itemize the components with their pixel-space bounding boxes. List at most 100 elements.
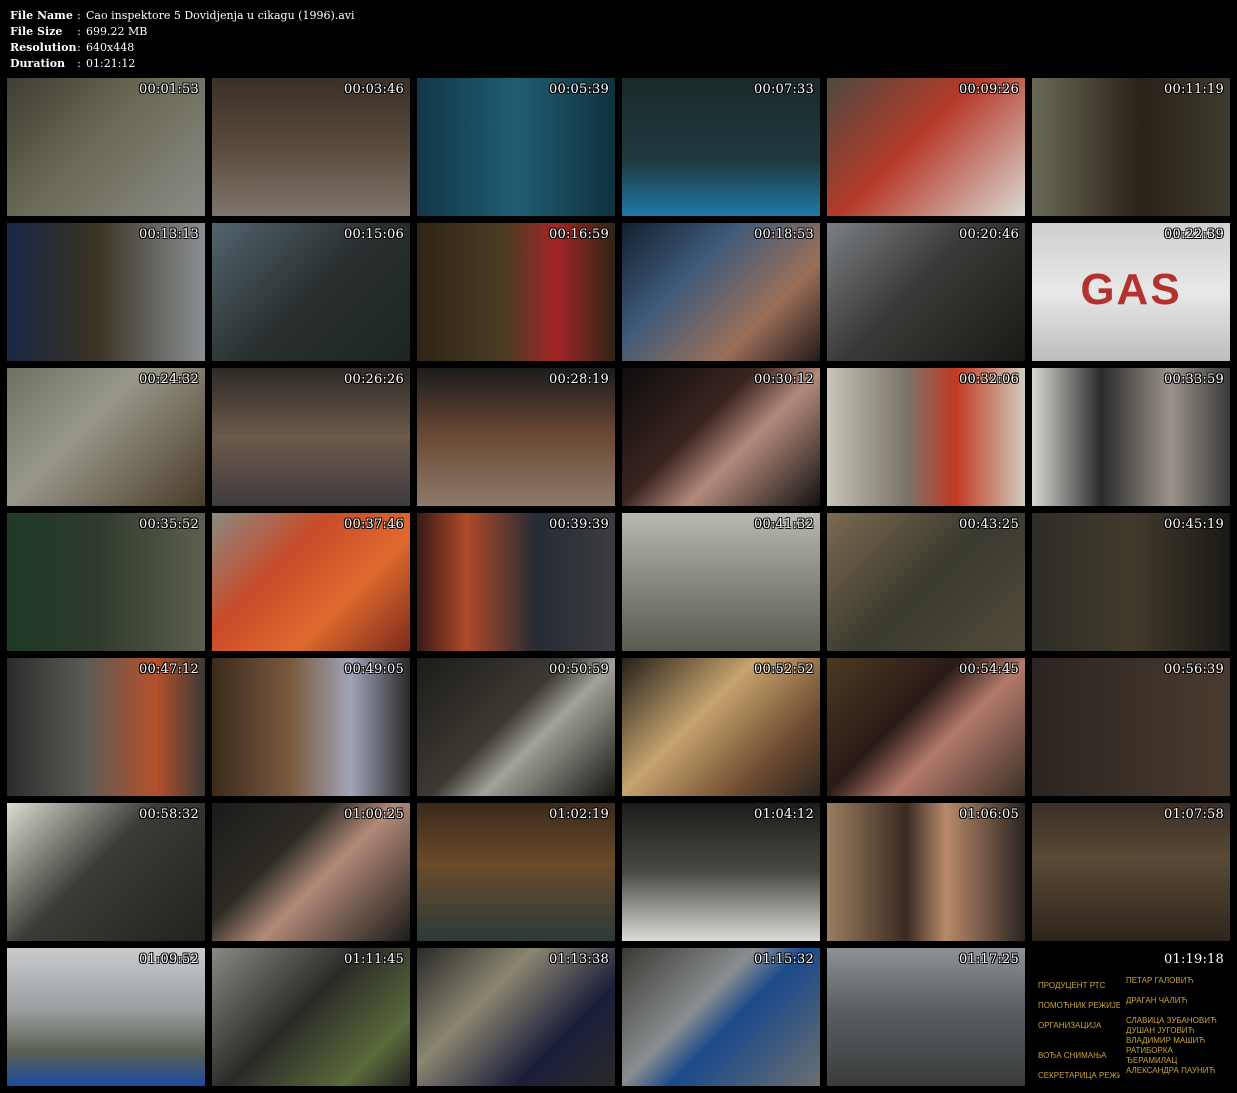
timestamp-label: 00:43:25 (959, 517, 1019, 532)
video-thumbnail: 00:05:39 (417, 78, 615, 216)
video-thumbnail: 01:13:38 (417, 948, 615, 1086)
timestamp-label: 00:30:12 (754, 372, 814, 387)
timestamp-label: 01:09:52 (139, 952, 199, 967)
video-thumbnail: 00:41:32 (622, 513, 820, 651)
timestamp-label: 00:15:06 (344, 227, 404, 242)
duration-label: Duration (10, 57, 66, 70)
video-thumbnail: 00:07:33 (622, 78, 820, 216)
timestamp-label: 01:13:38 (549, 952, 609, 967)
video-thumbnail: 01:00:25 (212, 803, 410, 941)
duration-value: 01:21:12 (86, 57, 136, 70)
video-thumbnail: 00:32:06 (827, 368, 1025, 506)
video-thumbnail: 00:09:26 (827, 78, 1025, 216)
video-thumbnail: 00:52:52 (622, 658, 820, 796)
timestamp-label: 00:37:46 (344, 517, 404, 532)
video-thumbnail: 01:06:05 (827, 803, 1025, 941)
video-thumbnail: 00:33:59 (1032, 368, 1230, 506)
timestamp-label: 00:20:46 (959, 227, 1019, 242)
timestamp-label: 00:18:53 (754, 227, 814, 242)
timestamp-label: 00:32:06 (959, 372, 1019, 387)
video-thumbnail: 00:39:39 (417, 513, 615, 651)
video-thumbnail: 00:47:12 (7, 658, 205, 796)
timestamp-label: 01:17:25 (959, 952, 1019, 967)
video-thumbnail: 00:28:19 (417, 368, 615, 506)
separator: : (77, 57, 81, 70)
timestamp-label: 00:16:59 (549, 227, 609, 242)
timestamp-label: 00:49:05 (344, 662, 404, 677)
timestamp-label: 00:54:45 (959, 662, 1019, 677)
credit-row: ПРОДУЦЕНТ РТС ПЕТАР ГАЛОВИЋ (1038, 976, 1226, 996)
timestamp-label: 00:41:32 (754, 517, 814, 532)
timestamp-label: 01:19:18 (1164, 952, 1224, 967)
timestamp-label: 00:33:59 (1164, 372, 1224, 387)
file-name-row: File Name : Cao inspektore 5 Dovidjenja … (10, 8, 355, 24)
timestamp-label: 00:28:19 (549, 372, 609, 387)
video-thumbnail: ПРОДУЦЕНТ РТС ПЕТАР ГАЛОВИЋ ПОМОЋНИК РЕЖИЈ… (1032, 948, 1230, 1086)
video-thumbnail: 00:26:26 (212, 368, 410, 506)
timestamp-label: 01:02:19 (549, 807, 609, 822)
timestamp-label: 00:24:32 (139, 372, 199, 387)
timestamp-label: 00:26:26 (344, 372, 404, 387)
credit-name: РАТИБОРКА ЂЕРАМИЛАЦ (1126, 1046, 1178, 1065)
credit-name: ДРАГАН ЧАЛИЋ (1126, 996, 1188, 1005)
video-thumbnail: 00:54:45 (827, 658, 1025, 796)
timestamp-label: 00:58:32 (139, 807, 199, 822)
credit-row: ОРГАНИЗАЦИЈА СЛАВИЦА ЗУБАНОВИЋ ДУШАН ЈУГО… (1038, 1016, 1226, 1046)
timestamp-label: 01:04:12 (754, 807, 814, 822)
video-thumbnail: 01:15:32 (622, 948, 820, 1086)
timestamp-label: 00:07:33 (754, 82, 814, 97)
credit-row: СЕКРЕТАРИЦА РЕЖИЈЕ АЛЕКСАНДРА ПАУНИЋ (1038, 1066, 1226, 1086)
timestamp-label: 01:15:32 (754, 952, 814, 967)
timestamp-label: 00:22:39 (1164, 227, 1224, 242)
credit-name: ПЕТАР ГАЛОВИЋ (1126, 976, 1194, 985)
credit-row: ПОМОЋНИК РЕЖИЈЕ ДРАГАН ЧАЛИЋ (1038, 996, 1226, 1016)
video-thumbnail: 00:24:32 (7, 368, 205, 506)
resolution-row: Resolution : 640x448 (10, 40, 355, 56)
thumbnail-grid: 00:01:53 00:03:46 00:05:39 00:07:33 00:09:26… (7, 78, 1230, 1086)
timestamp-label: 01:00:25 (344, 807, 404, 822)
video-thumbnail: 00:56:39 (1032, 658, 1230, 796)
file-size-row: File Size : 699.22 MB (10, 24, 355, 40)
file-info-panel: File Name : Cao inspektore 5 Dovidjenja … (10, 8, 355, 72)
credit-name: СЛАВИЦА ЗУБАНОВИЋ ДУШАН ЈУГОВИЋ ВЛАДИМИР… (1126, 1016, 1217, 1045)
separator: : (77, 41, 81, 54)
file-name-label: File Name (10, 9, 73, 22)
video-thumbnail: 00:01:53 (7, 78, 205, 216)
timestamp-label: 00:01:53 (139, 82, 199, 97)
resolution-label: Resolution (10, 41, 77, 54)
video-thumbnail: 01:04:12 (622, 803, 820, 941)
video-thumbnail: 01:09:52 (7, 948, 205, 1086)
video-thumbnail: 01:11:45 (212, 948, 410, 1086)
video-thumbnail: 00:58:32 (7, 803, 205, 941)
timestamp-label: 00:50:59 (549, 662, 609, 677)
timestamp-label: 00:05:39 (549, 82, 609, 97)
timestamp-label: 00:39:39 (549, 517, 609, 532)
file-size-label: File Size (10, 25, 63, 38)
file-size-value: 699.22 MB (86, 25, 148, 38)
timestamp-label: 00:47:12 (139, 662, 199, 677)
video-thumbnail: GAS 00:22:39 (1032, 223, 1230, 361)
credit-row: ВОЂА СНИМАЊА РАТИБОРКА ЂЕРАМИЛАЦ (1038, 1046, 1226, 1066)
timestamp-label: 00:35:52 (139, 517, 199, 532)
credit-name: АЛЕКСАНДРА ПАУНИЋ (1126, 1066, 1216, 1075)
credit-role: ПОМОЋНИК РЕЖИЈЕ (1038, 1001, 1120, 1010)
end-credits: ПРОДУЦЕНТ РТС ПЕТАР ГАЛОВИЋ ПОМОЋНИК РЕЖИЈ… (1038, 976, 1226, 1086)
video-thumbnail: 00:43:25 (827, 513, 1025, 651)
timestamp-label: 00:56:39 (1164, 662, 1224, 677)
video-thumbnail: 00:49:05 (212, 658, 410, 796)
timestamp-label: 01:06:05 (959, 807, 1019, 822)
timestamp-label: 00:09:26 (959, 82, 1019, 97)
timestamp-label: 01:11:45 (344, 952, 404, 967)
video-thumbnail: 00:20:46 (827, 223, 1025, 361)
video-thumbnail: 00:13:13 (7, 223, 205, 361)
video-thumbnail: 01:17:25 (827, 948, 1025, 1086)
file-name-value: Cao inspektore 5 Dovidjenja u cikagu (19… (86, 9, 355, 22)
resolution-value: 640x448 (86, 41, 135, 54)
video-thumbnail: 01:02:19 (417, 803, 615, 941)
separator: : (77, 25, 81, 38)
video-thumbnail: 00:03:46 (212, 78, 410, 216)
video-thumbnail: 01:07:58 (1032, 803, 1230, 941)
timestamp-label: 00:03:46 (344, 82, 404, 97)
credit-role: ОРГАНИЗАЦИЈА (1038, 1021, 1102, 1030)
video-thumbnail: 00:16:59 (417, 223, 615, 361)
